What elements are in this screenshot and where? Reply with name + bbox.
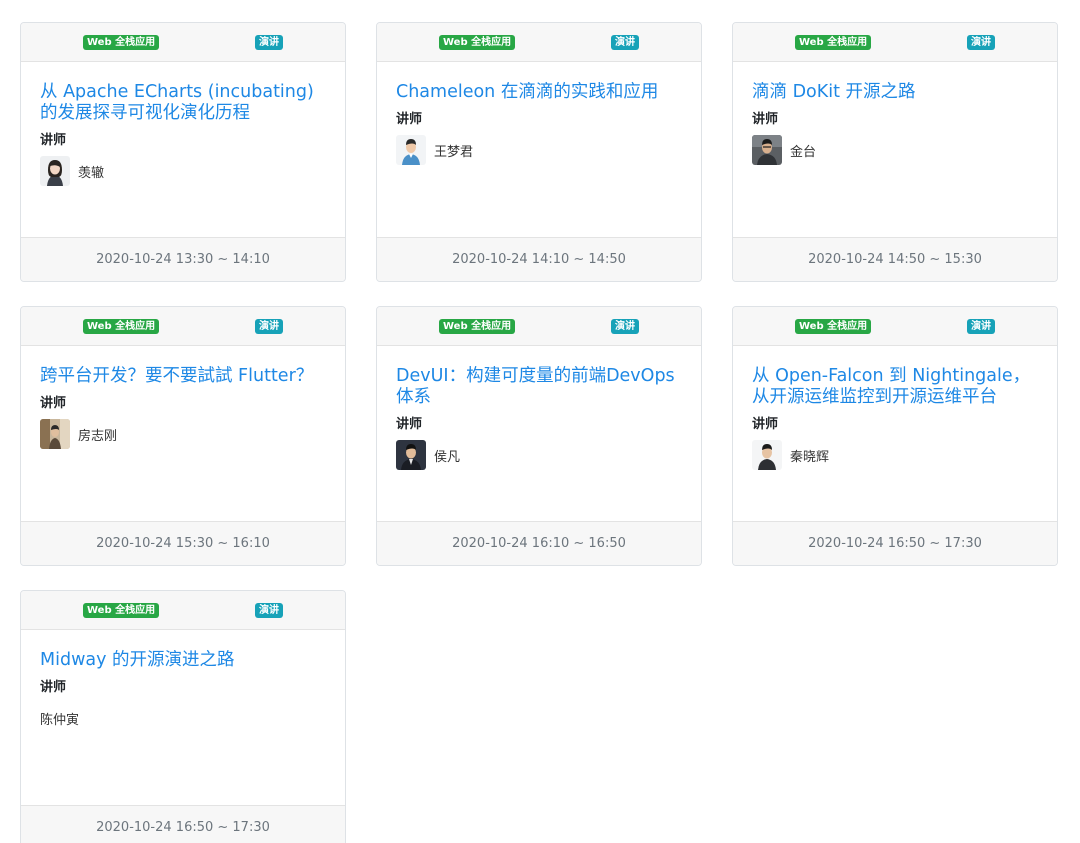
session-title-link[interactable]: DevUI：构建可度量的前端DevOps 体系: [396, 366, 682, 408]
session-time: 2020-10-24 15:30 ~ 16:10: [21, 521, 345, 565]
session-time: 2020-10-24 16:50 ~ 17:30: [733, 521, 1057, 565]
card-header: Web 全栈应用 演讲: [377, 307, 701, 346]
session-time: 2020-10-24 14:50 ~ 15:30: [733, 237, 1057, 281]
session-grid: Web 全栈应用 演讲 从 Apache ECharts (incubating…: [0, 0, 1080, 843]
type-badge: 演讲: [967, 319, 995, 334]
speaker-name: 金台: [790, 144, 817, 160]
speaker: 金台: [752, 135, 1038, 165]
card-header: Web 全栈应用 演讲: [733, 23, 1057, 62]
session-card: Web 全栈应用 演讲 Chameleon 在滴滴的实践和应用 讲师 王梦君 2…: [376, 22, 702, 282]
track-badge: Web 全栈应用: [795, 319, 872, 334]
male-speaker-avatar: [396, 135, 426, 165]
speaker-name: 王梦君: [434, 144, 474, 160]
type-badge: 演讲: [611, 35, 639, 50]
session-card: Web 全栈应用 演讲 DevUI：构建可度量的前端DevOps 体系 讲师 侯…: [376, 306, 702, 566]
male-speaker-avatar: [752, 135, 782, 165]
speaker-label: 讲师: [40, 396, 67, 411]
speaker-photo-avatar: [40, 419, 70, 449]
track-badge: Web 全栈应用: [439, 319, 516, 334]
session-title-link[interactable]: 从 Open-Falcon 到 Nightingale，从开源运维监控到开源运维…: [752, 366, 1038, 408]
speaker-label: 讲师: [396, 417, 423, 432]
speaker-label: 讲师: [40, 133, 67, 148]
type-badge: 演讲: [255, 603, 283, 618]
type-badge: 演讲: [611, 319, 639, 334]
card-header: Web 全栈应用 演讲: [21, 591, 345, 630]
type-badge: 演讲: [255, 319, 283, 334]
speaker-name: 侯凡: [434, 449, 461, 465]
speaker-label: 讲师: [752, 417, 779, 432]
track-badge: Web 全栈应用: [795, 35, 872, 50]
session-title-link[interactable]: Midway 的开源演进之路: [40, 650, 326, 671]
speaker: 侯凡: [396, 440, 682, 470]
female-speaker-avatar: [40, 156, 70, 186]
speaker-name: 秦晓辉: [790, 449, 830, 465]
type-badge: 演讲: [255, 35, 283, 50]
card-header: Web 全栈应用 演讲: [21, 307, 345, 346]
card-body: DevUI：构建可度量的前端DevOps 体系 讲师 侯凡: [377, 346, 701, 521]
speaker: 陈仲寅: [40, 703, 326, 733]
male-speaker-avatar: [752, 440, 782, 470]
track-badge: Web 全栈应用: [439, 35, 516, 50]
session-card: Web 全栈应用 演讲 Midway 的开源演进之路 讲师 陈仲寅 2020-1…: [20, 590, 346, 843]
card-body: Midway 的开源演进之路 讲师 陈仲寅: [21, 630, 345, 805]
session-card: Web 全栈应用 演讲 跨平台开发？要不要試試 Flutter？ 讲师 房志刚: [20, 306, 346, 566]
speaker-label: 讲师: [752, 112, 779, 127]
session-title-link[interactable]: 跨平台开发？要不要試試 Flutter？: [40, 366, 326, 387]
speaker-label: 讲师: [40, 680, 67, 695]
card-body: 滴滴 DoKit 开源之路 讲师 金台: [733, 62, 1057, 237]
session-time: 2020-10-24 16:10 ~ 16:50: [377, 521, 701, 565]
speaker-name: 房志刚: [78, 428, 118, 444]
session-card: Web 全栈应用 演讲 从 Apache ECharts (incubating…: [20, 22, 346, 282]
type-badge: 演讲: [967, 35, 995, 50]
track-badge: Web 全栈应用: [83, 319, 160, 334]
session-title-link[interactable]: Chameleon 在滴滴的实践和应用: [396, 82, 682, 103]
speaker-label: 讲师: [396, 112, 423, 127]
card-header: Web 全栈应用 演讲: [377, 23, 701, 62]
track-badge: Web 全栈应用: [83, 35, 160, 50]
session-time: 2020-10-24 13:30 ~ 14:10: [21, 237, 345, 281]
speaker: 羡辙: [40, 156, 326, 186]
speaker: 秦晓辉: [752, 440, 1038, 470]
session-title-link[interactable]: 滴滴 DoKit 开源之路: [752, 82, 1038, 103]
session-time: 2020-10-24 16:50 ~ 17:30: [21, 805, 345, 843]
card-body: 跨平台开发？要不要試試 Flutter？ 讲师 房志刚: [21, 346, 345, 521]
card-header: Web 全栈应用 演讲: [21, 23, 345, 62]
card-body: 从 Open-Falcon 到 Nightingale，从开源运维监控到开源运维…: [733, 346, 1057, 521]
speaker-name: 陈仲寅: [40, 712, 80, 728]
session-card: Web 全栈应用 演讲 从 Open-Falcon 到 Nightingale，…: [732, 306, 1058, 566]
session-time: 2020-10-24 14:10 ~ 14:50: [377, 237, 701, 281]
card-body: 从 Apache ECharts (incubating) 的发展探寻可视化演化…: [21, 62, 345, 237]
track-badge: Web 全栈应用: [83, 603, 160, 618]
male-speaker-avatar: [396, 440, 426, 470]
card-body: Chameleon 在滴滴的实践和应用 讲师 王梦君: [377, 62, 701, 237]
card-header: Web 全栈应用 演讲: [733, 307, 1057, 346]
speaker: 房志刚: [40, 419, 326, 449]
speaker: 王梦君: [396, 135, 682, 165]
session-title-link[interactable]: 从 Apache ECharts (incubating) 的发展探寻可视化演化…: [40, 82, 326, 124]
session-card: Web 全栈应用 演讲 滴滴 DoKit 开源之路 讲师 金台 2020-10-…: [732, 22, 1058, 282]
speaker-name: 羡辙: [78, 165, 105, 181]
